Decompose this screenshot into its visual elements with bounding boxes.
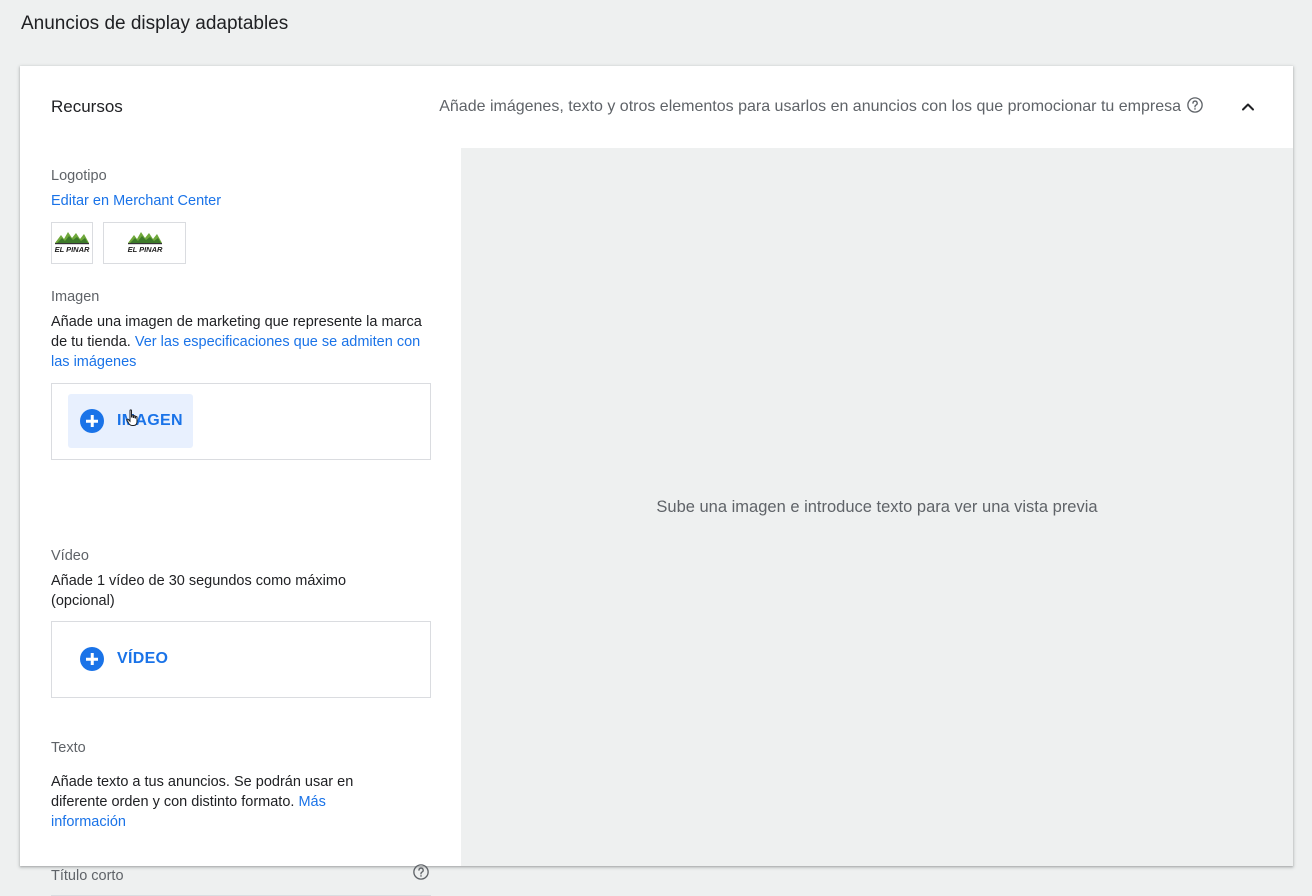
text-label: Texto — [51, 740, 86, 756]
card-header[interactable]: Recursos Añade imágenes, texto y otros e… — [20, 66, 1293, 148]
add-video-button[interactable]: VÍDEO — [68, 632, 178, 686]
help-circle-icon[interactable] — [412, 863, 430, 886]
add-video-button-label: VÍDEO — [117, 650, 169, 667]
image-label: Imagen — [51, 289, 100, 305]
edit-merchant-center-link[interactable]: Editar en Merchant Center — [51, 193, 221, 209]
resources-card: Recursos Añade imágenes, texto y otros e… — [20, 66, 1293, 896]
text-description: Añade texto a tus anuncios. Se podrán us… — [51, 772, 396, 832]
plus-circle-icon — [80, 409, 104, 433]
preview-empty-message: Sube una imagen e introduce texto para v… — [656, 498, 1098, 516]
chevron-up-icon[interactable] — [1238, 97, 1258, 117]
video-description: Añade 1 vídeo de 30 segundos como máximo… — [51, 573, 347, 609]
svg-text:EL PINAR: EL PINAR — [55, 245, 90, 254]
logo-image: EL PINAR — [127, 232, 163, 254]
short-title-label: Título corto — [51, 868, 124, 884]
logo-square-thumbnail[interactable]: EL PINAR — [51, 222, 93, 264]
video-upload-box: VÍDEO — [51, 621, 431, 698]
logo-landscape-thumbnail[interactable]: EL PINAR — [103, 222, 186, 264]
image-upload-box: IMAGEN — [51, 383, 431, 460]
help-circle-icon[interactable] — [1186, 96, 1204, 119]
ad-preview-panel: Sube una imagen e introduce texto para v… — [461, 148, 1293, 866]
video-label: Vídeo — [51, 548, 89, 564]
logo-image: EL PINAR — [55, 232, 90, 254]
image-description: Añade una imagen de marketing que repres… — [51, 312, 431, 372]
page-title: Anuncios de display adaptables — [21, 13, 289, 34]
card-description: Añade imágenes, texto y otros elementos … — [439, 98, 1181, 115]
logo-label: Logotipo — [51, 168, 107, 184]
plus-circle-icon — [80, 647, 104, 671]
hand-pointer-cursor-icon — [126, 409, 140, 432]
card-title: Recursos — [51, 97, 123, 116]
svg-text:EL PINAR: EL PINAR — [127, 245, 162, 254]
